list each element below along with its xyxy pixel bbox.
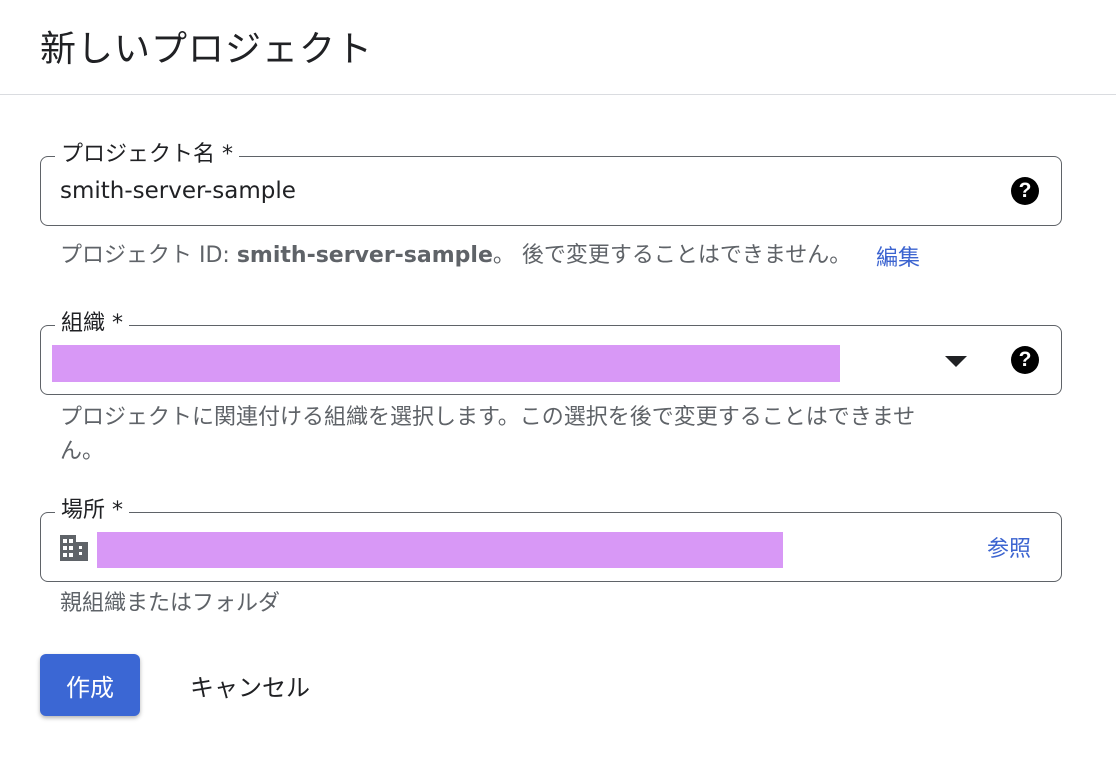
organization-hint: プロジェクトに関連付ける組織を選択します。この選択を後で変更することはできませ … [60, 401, 1020, 469]
arrow-drop-down-icon[interactable] [945, 356, 967, 367]
create-button[interactable]: 作成 [40, 654, 140, 716]
help-circle-icon[interactable]: ? [1011, 346, 1039, 374]
location-field[interactable]: 場所 * 参照 [40, 496, 1062, 582]
location-label: 場所 * [55, 496, 129, 526]
project-name-label: プロジェクト名 * [55, 140, 239, 170]
redacted-organization-value [52, 345, 840, 382]
project-name-field[interactable]: プロジェクト名 * smith-server-sample ? [40, 140, 1062, 226]
project-name-input[interactable]: smith-server-sample [60, 178, 296, 204]
project-id-value: smith-server-sample [236, 243, 493, 268]
page-title: 新しいプロジェクト [40, 29, 374, 70]
organization-select[interactable]: 組織 * ? [40, 309, 1062, 395]
organization-hint-line1: プロジェクトに関連付ける組織を選択します。この選択を後で変更することはできませ [60, 405, 916, 430]
page-header: 新しいプロジェクト [0, 0, 1116, 95]
help-circle-icon[interactable]: ? [1011, 177, 1039, 205]
new-project-dialog: 新しいプロジェクト プロジェクト名 * smith-server-sample … [0, 0, 1116, 768]
organization-hint-line2: ん。 [60, 439, 105, 464]
project-id-prefix: プロジェクト ID: [60, 243, 237, 268]
edit-project-id-link[interactable]: 編集 [876, 240, 920, 272]
redacted-location-value [97, 532, 783, 568]
project-id-suffix: 。 後で変更することはできません。 [492, 243, 852, 268]
cancel-button[interactable]: キャンセル [170, 654, 330, 716]
building-icon [60, 535, 88, 561]
organization-label: 組織 * [55, 309, 129, 339]
browse-location-button[interactable]: 参照 [987, 531, 1031, 563]
location-hint: 親組織またはフォルダ [60, 591, 281, 616]
project-id-hint: プロジェクト ID: smith-server-sample。 後で変更すること… [60, 239, 851, 273]
